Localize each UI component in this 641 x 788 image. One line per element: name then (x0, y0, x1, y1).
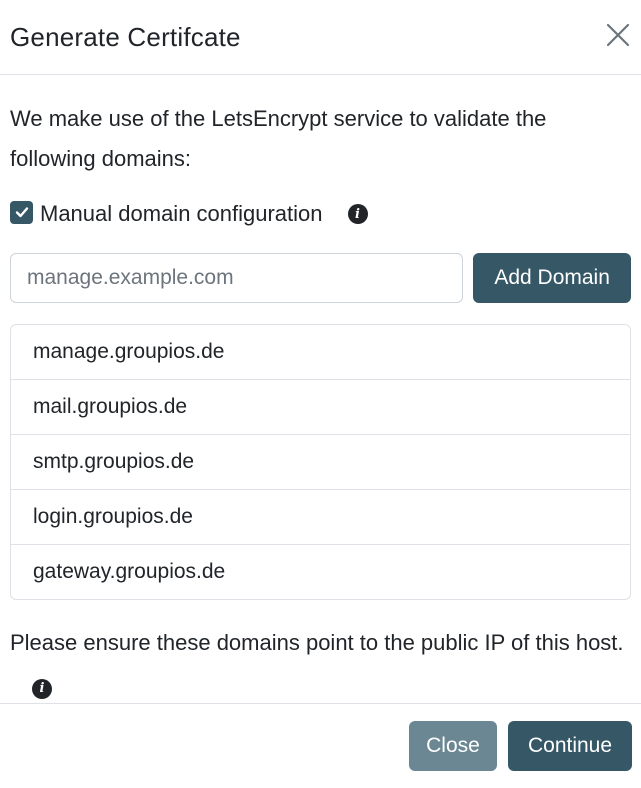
intro-text: We make use of the LetsEncrypt service t… (10, 106, 547, 171)
add-domain-button[interactable]: Add Domain (473, 253, 631, 303)
dialog-title: Generate Certifcate (10, 21, 241, 52)
manual-config-label[interactable]: Manual domain configuration (40, 201, 323, 227)
info-icon[interactable]: i (347, 204, 368, 224)
dialog-footer: Close Continue (0, 703, 641, 788)
close-icon-glyph (606, 23, 630, 47)
dialog-body: We make use of the LetsEncrypt service t… (0, 75, 641, 703)
domain-list: manage.groupios.de mail.groupios.de smtp… (10, 324, 631, 600)
checkmark-icon (15, 207, 28, 218)
manual-config-row: Manual domain configuration i (10, 199, 631, 229)
generate-certificate-dialog: Generate Certifcate We make use of the L… (0, 0, 641, 788)
domain-list-item: login.groupios.de (11, 490, 630, 545)
domain-list-item: gateway.groupios.de (33, 560, 226, 583)
domain-list-item: mail.groupios.de (11, 380, 630, 435)
domain-list-item: smtp.groupios.de (11, 435, 630, 490)
manual-config-checkbox[interactable] (10, 200, 33, 224)
dns-note: Please ensure these domains point to the… (10, 623, 631, 703)
continue-button[interactable]: Continue (508, 721, 632, 771)
domain-input[interactable] (10, 253, 464, 303)
close-button[interactable]: Close (409, 721, 497, 771)
domain-list-item: manage.groupios.de (11, 325, 630, 380)
info-icon[interactable]: i (32, 679, 52, 699)
add-domain-row: Add Domain (10, 253, 631, 303)
dns-note-text: Please ensure these domains point to the… (10, 630, 624, 655)
dialog-header: Generate Certifcate (0, 0, 641, 75)
close-icon[interactable] (602, 19, 634, 51)
